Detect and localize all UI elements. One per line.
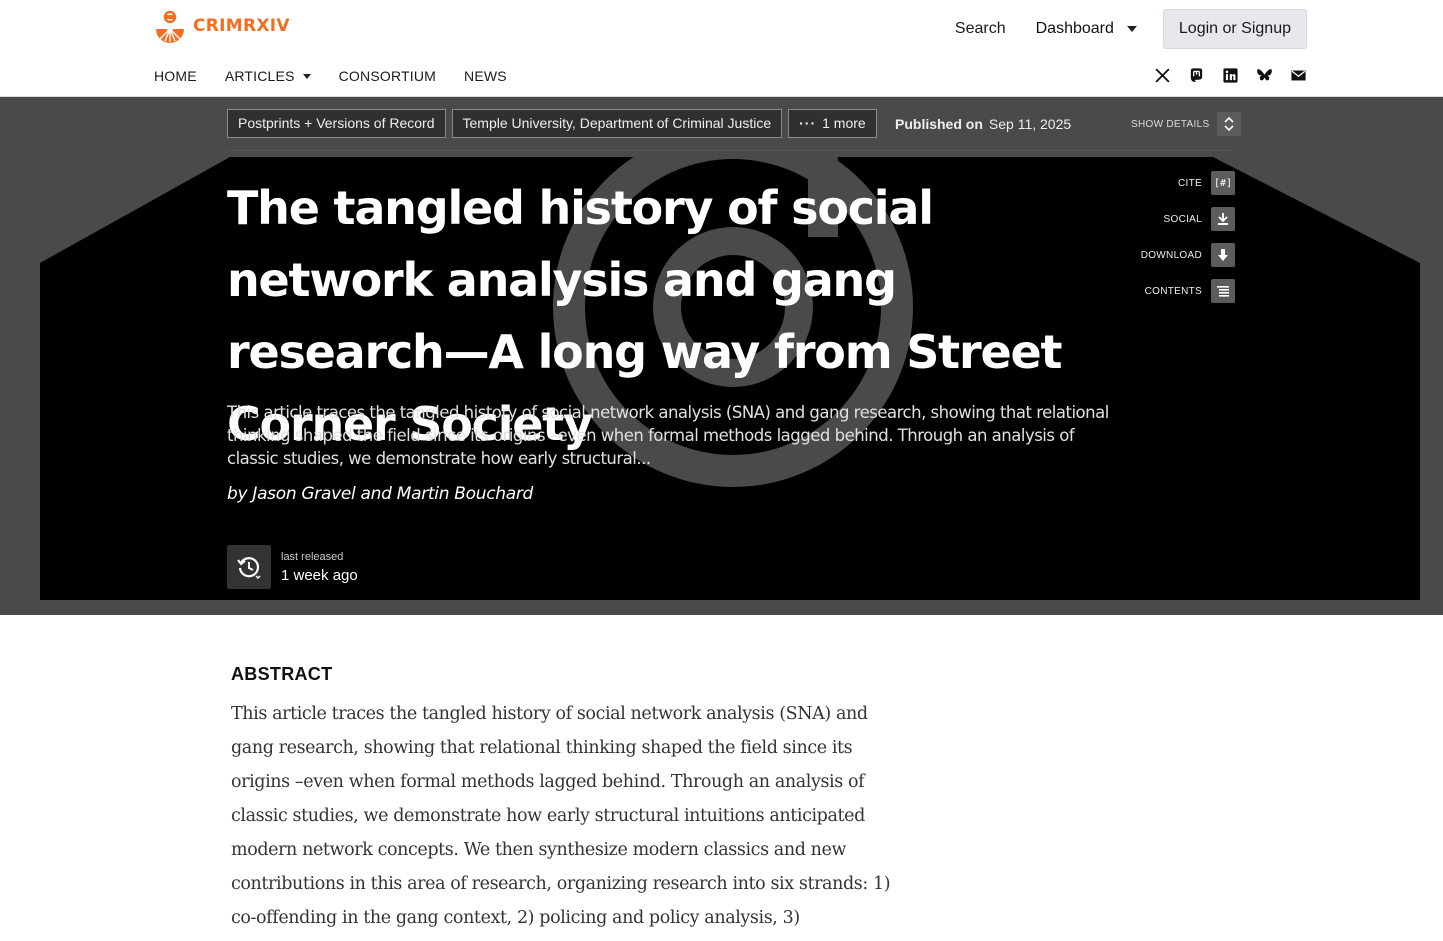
social-action[interactable]: SOCIAL [1164, 207, 1235, 231]
abstract-text: This article traces the tangled history … [231, 704, 891, 928]
bluesky-icon[interactable] [1256, 67, 1273, 84]
expand-collapse-icon [1217, 112, 1242, 136]
social-label: SOCIAL [1163, 213, 1202, 225]
collection-pill[interactable]: Temple University, Department of Crimina… [451, 109, 783, 138]
more-collections-pill[interactable]: ··· 1 more [788, 109, 877, 138]
cite-icon: [#] [1211, 171, 1235, 195]
ellipsis-icon: ··· [799, 115, 817, 131]
published-label: Published on [895, 116, 983, 132]
top-header: CRIMRXIV Search Dashboard Login or Signu… [0, 0, 1443, 97]
pub-actions: CITE [#] SOCIAL DOWNLOAD CONTENTS [1141, 171, 1235, 303]
brand-name: CRIMRXIV [193, 16, 290, 36]
cite-action[interactable]: CITE [#] [1178, 171, 1235, 195]
nav-news-label: NEWS [464, 68, 507, 84]
more-label: 1 more [822, 115, 866, 131]
contents-action[interactable]: CONTENTS [1145, 279, 1235, 303]
contents-icon [1211, 279, 1235, 303]
social-links [1154, 67, 1307, 84]
download-icon [1211, 243, 1235, 267]
search-link[interactable]: Search [955, 20, 1006, 38]
dashboard-dropdown[interactable]: Dashboard [1036, 20, 1137, 38]
nav-consortium[interactable]: CONSORTIUM [339, 68, 436, 84]
linkedin-icon[interactable] [1222, 67, 1239, 84]
release-history-button[interactable]: last released 1 week ago [227, 545, 358, 589]
published-value: Sep 11, 2025 [988, 116, 1072, 132]
download-label: DOWNLOAD [1140, 249, 1202, 261]
show-details-label: SHOW DETAILS [1131, 118, 1210, 130]
crimrxiv-logo-icon [156, 10, 184, 43]
release-label: last released [281, 550, 344, 563]
nav-news[interactable]: NEWS [464, 68, 507, 84]
abstract-heading: ABSTRACT [231, 664, 333, 684]
history-icon [227, 545, 271, 589]
x-icon[interactable] [1154, 67, 1171, 84]
release-value: 1 week ago [281, 566, 358, 584]
pub-summary: This article traces the tangled history … [227, 403, 1109, 468]
hero-divider [227, 150, 1235, 151]
nav-articles-label: ARTICLES [224, 68, 295, 84]
pub-header-hero: Postprints + Versions of Record Temple U… [0, 97, 1443, 615]
share-icon [1211, 207, 1235, 231]
chevron-down-icon [302, 73, 311, 79]
nav-articles[interactable]: ARTICLES [225, 68, 311, 84]
login-signup-button[interactable]: Login or Signup [1162, 9, 1307, 49]
site-logo[interactable]: CRIMRXIV [154, 9, 290, 43]
nav-consortium-label: CONSORTIUM [338, 68, 437, 84]
contents-label: CONTENTS [1144, 285, 1202, 297]
nav-home[interactable]: HOME [154, 68, 197, 84]
collection-pill[interactable]: Postprints + Versions of Record [227, 109, 446, 138]
nav-home-label: HOME [154, 68, 197, 84]
download-action[interactable]: DOWNLOAD [1141, 243, 1235, 267]
chevron-down-icon [1126, 26, 1137, 32]
show-details-toggle[interactable]: SHOW DETAILS [1131, 112, 1242, 136]
published-date: Published on Sep 11, 2025 [895, 116, 1071, 132]
email-icon[interactable] [1290, 67, 1307, 84]
dashboard-label: Dashboard [1035, 20, 1114, 37]
pub-byline[interactable]: by Jason Gravel and Martin Bouchard [227, 484, 533, 504]
mastodon-icon[interactable] [1188, 67, 1205, 84]
collection-pills: Postprints + Versions of Record Temple U… [227, 109, 877, 138]
cite-label: CITE [1178, 177, 1202, 189]
main-nav: HOME ARTICLES CONSORTIUM NEWS [154, 68, 535, 84]
